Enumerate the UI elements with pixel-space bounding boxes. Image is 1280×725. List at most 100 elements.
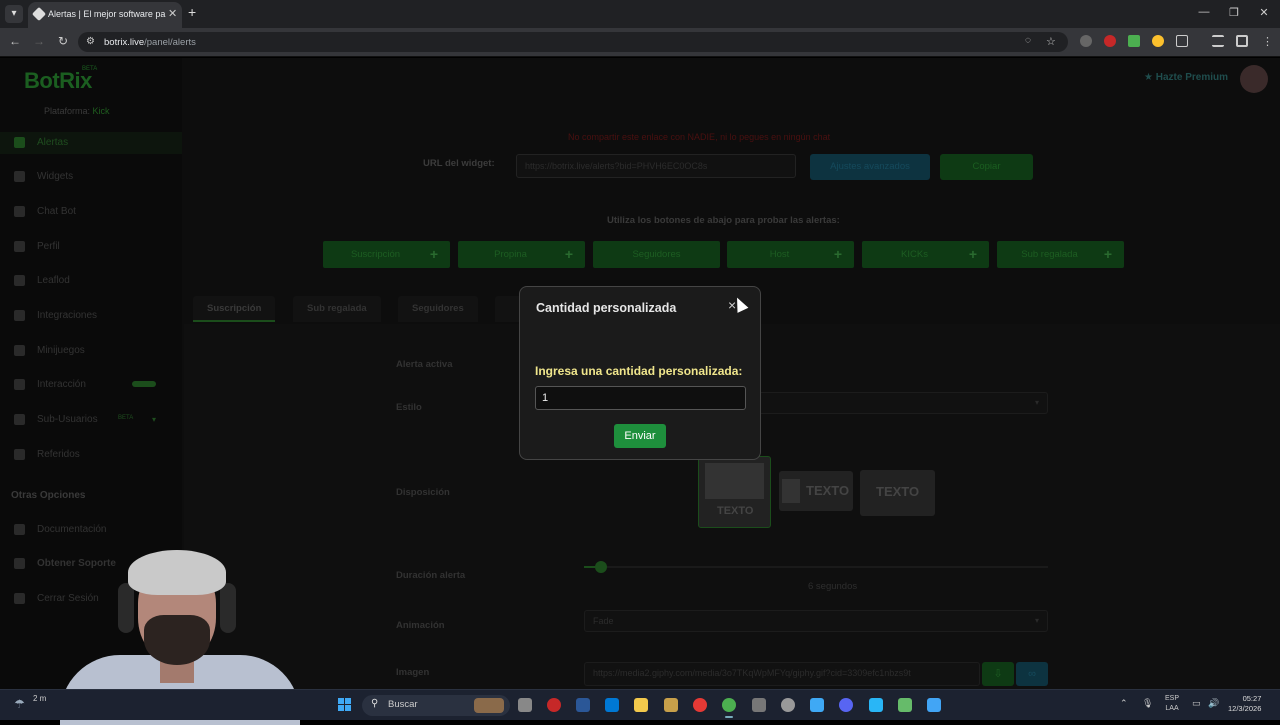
language-indicator[interactable]: ESP LAA	[1165, 694, 1179, 714]
tab-sub-regalada[interactable]: Sub regalada	[293, 296, 381, 322]
eye-off-icon[interactable]: ◌	[1025, 35, 1037, 47]
language-layout: LAA	[1165, 705, 1179, 712]
copy-button[interactable]: Copiar	[940, 154, 1033, 180]
tab-suscripcion[interactable]: Suscripción	[193, 296, 276, 322]
restore-icon[interactable]: ❐	[1227, 6, 1241, 19]
settings-icon[interactable]	[781, 698, 795, 712]
outlook-icon[interactable]	[605, 698, 619, 712]
sidebar-item-interaccion[interactable]: Interacción	[0, 374, 182, 396]
photos-icon[interactable]	[869, 698, 883, 712]
sidebar-item-chatbot[interactable]: Chat Bot	[0, 201, 182, 223]
search-label: Buscar	[388, 699, 418, 710]
browser-menu-icon[interactable]: ⋮	[1262, 35, 1274, 48]
advanced-settings-button[interactable]: Ajustes avanzados	[810, 154, 930, 180]
microphone-icon[interactable]: 🎙	[1142, 698, 1153, 709]
back-icon[interactable]: ←	[8, 34, 22, 48]
forward-icon[interactable]: →	[32, 34, 46, 48]
animation-select[interactable]: Fade ▾	[584, 610, 1048, 632]
notepad-icon[interactable]	[810, 698, 824, 712]
sidebar-item-integraciones[interactable]: Integraciones	[0, 305, 182, 327]
test-button-label: Host	[769, 249, 790, 260]
docs-icon	[14, 524, 25, 535]
premium-link[interactable]: ★ Hazte Premium	[1144, 72, 1228, 83]
reload-icon[interactable]: ↻	[56, 34, 70, 48]
browser-tab[interactable]: Alertas | El mejor software para ✕	[28, 2, 182, 28]
submit-button[interactable]: Enviar	[614, 424, 666, 448]
window-close-icon[interactable]: ✕	[1257, 6, 1271, 19]
layout-option-image-top[interactable]: TEXTO	[698, 456, 771, 528]
sidebar-item-minijuegos[interactable]: Minijuegos	[0, 340, 182, 362]
league-icon[interactable]	[664, 698, 678, 712]
bookmark-star-icon[interactable]: ☆	[1046, 35, 1058, 48]
start-icon[interactable]	[338, 698, 352, 712]
test-gift-sub-button[interactable]: Sub regalada +	[997, 241, 1124, 268]
bell-icon	[14, 137, 25, 148]
widget-url-field[interactable]: https://botrix.live/alerts?bid=PHVH6EC0O…	[516, 154, 796, 178]
layout-option-image-left[interactable]: TEXTO	[779, 471, 853, 511]
amount-input[interactable]	[535, 386, 746, 410]
headset-icon	[220, 583, 236, 633]
sidebar-item-perfil[interactable]: Perfil	[0, 236, 182, 258]
clock[interactable]: 05:27 12/3/2026	[1228, 694, 1261, 714]
site-info-icon[interactable]: ⚙	[86, 36, 98, 48]
link-icon[interactable]: ∞	[1016, 662, 1048, 686]
sidebar-item-referidos[interactable]: Referidos	[0, 444, 182, 466]
address-bar[interactable]	[78, 32, 1068, 52]
test-followers-button[interactable]: Seguidores	[593, 241, 720, 268]
test-host-button[interactable]: Host +	[727, 241, 854, 268]
weather-icon[interactable]: ☂	[14, 697, 25, 711]
duration-slider-track[interactable]	[584, 566, 1048, 568]
tray-overflow-icon[interactable]: ⌃	[1120, 698, 1128, 709]
file-explorer-icon[interactable]	[634, 698, 648, 712]
store-icon[interactable]	[576, 698, 590, 712]
media-player-icon[interactable]	[693, 698, 707, 712]
sub-users-icon	[14, 414, 25, 425]
app-blue-icon[interactable]	[927, 698, 941, 712]
tab-close-icon[interactable]: ✕	[168, 7, 177, 20]
extension-icon[interactable]	[1080, 35, 1092, 47]
tab-search-button[interactable]: ▾	[5, 5, 23, 23]
weather-text[interactable]: 2 m	[33, 694, 46, 703]
sidebar-item-widgets[interactable]: Widgets	[0, 166, 182, 188]
profile-icon	[14, 241, 25, 252]
discord-icon[interactable]	[839, 698, 853, 712]
app-red-icon[interactable]	[547, 698, 561, 712]
test-subscription-button[interactable]: Suscripción +	[323, 241, 450, 268]
extensions-puzzle-icon[interactable]	[1176, 35, 1188, 47]
integrations-icon	[14, 310, 25, 321]
sidebar-item-label: Interacción	[37, 379, 86, 390]
gamepad-icon	[14, 345, 25, 356]
avatar[interactable]	[1240, 65, 1268, 93]
sidebar-item-label: Alertas	[37, 137, 69, 148]
test-kicks-button[interactable]: KICKs +	[862, 241, 989, 268]
reading-list-icon[interactable]	[1212, 35, 1224, 47]
extension-color-icon[interactable]	[1152, 35, 1164, 47]
controller-icon[interactable]	[752, 698, 766, 712]
network-icon[interactable]: ▭	[1192, 698, 1201, 709]
tab-seguidores[interactable]: Seguidores	[398, 296, 478, 322]
sidebar-item-alertas[interactable]: Alertas	[0, 132, 182, 154]
app-green-icon[interactable]	[898, 698, 912, 712]
layout-option-overlay[interactable]: TEXTO	[860, 470, 935, 516]
taskbar-search[interactable]: ⚲ Buscar	[362, 695, 510, 716]
sidebar-item-subusuarios[interactable]: Sub-Usuarios BETA ▾	[0, 409, 182, 431]
minimize-icon[interactable]: —	[1197, 6, 1211, 18]
headset-icon	[118, 583, 134, 633]
url-text[interactable]: botrix.live/panel/alerts	[104, 37, 196, 48]
side-panel-icon[interactable]	[1236, 35, 1248, 47]
platform-label: Plataforma:	[44, 106, 91, 116]
image-url-field[interactable]: https://media2.giphy.com/media/3o7TKqWpM…	[584, 662, 980, 686]
chevron-down-icon: ▾	[1034, 616, 1039, 625]
extension-green-icon[interactable]	[1128, 35, 1140, 47]
duration-slider-handle[interactable]	[595, 561, 607, 573]
extension-red-icon[interactable]	[1104, 35, 1116, 47]
task-view-icon[interactable]	[518, 698, 532, 712]
chrome-icon[interactable]	[722, 698, 736, 718]
upload-icon[interactable]: ⇩	[982, 662, 1014, 686]
sidebar-item-label: Chat Bot	[37, 206, 76, 217]
new-tab-icon[interactable]: +	[188, 4, 196, 20]
volume-icon[interactable]: 🔊	[1208, 698, 1219, 709]
test-tip-button[interactable]: Propina +	[458, 241, 585, 268]
sidebar-item-leaflod[interactable]: Leaflod	[0, 270, 182, 292]
sidebar-item-documentacion[interactable]: Documentación	[0, 519, 182, 541]
